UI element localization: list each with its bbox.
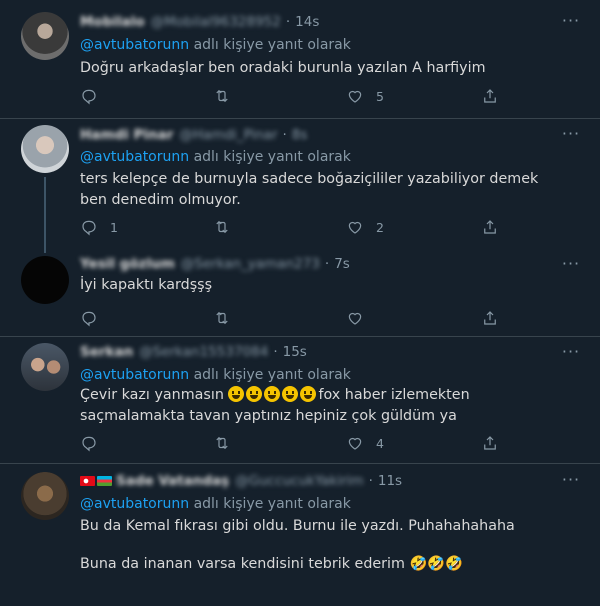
tweet-text: Bu da Kemal fıkrası gibi oldu. Burnu ile… (80, 518, 515, 534)
tweet[interactable]: Sade Vatandaş @GuccucukYakirim · 11s ···… (0, 464, 600, 606)
share-button[interactable] (481, 433, 499, 453)
reply-feed: Mobilalo @Mobilal96328952 · 14s ··· @avt… (0, 0, 600, 606)
share-button[interactable] (481, 308, 499, 328)
tweet[interactable]: Yesil gözlum @Serkan_yaman273 · 7s ··· İ… (0, 250, 600, 336)
like-button[interactable] (346, 308, 376, 328)
timestamp[interactable]: 11s (378, 473, 402, 489)
retweet-icon (216, 311, 228, 325)
user-handle[interactable]: @GuccucukYakirim (235, 473, 363, 489)
grinning-emoji-icon (228, 386, 318, 403)
reply-context: @avtubatorunn adlı kişiye yanıt olarak (80, 367, 351, 383)
like-button[interactable]: 5 (346, 86, 384, 106)
user-name[interactable]: Mobilalo (80, 14, 145, 30)
more-options-icon[interactable]: ··· (560, 343, 582, 361)
tweet[interactable]: Serkan @Serkan15537084 · 15s ··· @avtuba… (0, 337, 600, 463)
reply-button[interactable] (80, 308, 110, 328)
share-icon (484, 311, 496, 325)
more-options-icon[interactable]: ··· (560, 125, 582, 143)
mention-link[interactable]: @avtubatorunn (80, 37, 189, 53)
tweet-actions: 1 2 (80, 217, 500, 237)
reply-context: @avtubatorunn adlı kişiye yanıt olarak (80, 496, 351, 512)
avatar[interactable] (21, 125, 69, 173)
retweet-button[interactable] (213, 86, 243, 106)
heart-icon (348, 90, 362, 103)
heart-icon (348, 312, 362, 325)
tweet[interactable]: Mobilalo @Mobilal96328952 · 14s ··· @avt… (0, 0, 600, 118)
like-button[interactable]: 2 (346, 217, 384, 237)
tweet-actions: 5 (80, 86, 500, 106)
share-button[interactable] (481, 217, 499, 237)
reply-icon (82, 220, 96, 236)
tweet-text: Doğru arkadaşlar ben oradaki burunla yaz… (80, 60, 486, 76)
user-name[interactable]: Hamdi Pinar (80, 127, 173, 143)
user-handle[interactable]: @Serkan15537084 (139, 344, 268, 360)
retweet-icon (216, 89, 228, 103)
more-options-icon[interactable]: ··· (560, 255, 582, 273)
flag-icons (80, 476, 112, 486)
user-name[interactable]: Sade Vatandaş (116, 473, 229, 489)
reply-icon (82, 436, 96, 452)
reply-icon (82, 311, 96, 327)
mention-link[interactable]: @avtubatorunn (80, 496, 189, 512)
user-name[interactable]: Serkan (80, 344, 133, 360)
share-icon (484, 436, 496, 450)
timestamp[interactable]: 7s (334, 256, 350, 272)
timestamp[interactable]: 8s (292, 127, 308, 143)
user-handle[interactable]: @Serkan_yaman273 (181, 256, 320, 272)
retweet-icon (216, 220, 228, 234)
tweet-text: İyi kapaktı kardşşş (80, 277, 213, 293)
avatar[interactable] (21, 12, 69, 60)
more-options-icon[interactable]: ··· (560, 12, 582, 30)
heart-icon (348, 221, 362, 234)
thread-line (44, 177, 46, 253)
heart-icon (348, 437, 362, 450)
tweet[interactable]: Hamdi Pinar @Hamdi_Pinar · 8s ··· @avtub… (0, 119, 600, 253)
tweet-actions: 4 (80, 433, 500, 453)
user-name[interactable]: Yesil gözlum (80, 256, 175, 272)
like-button[interactable]: 4 (346, 433, 384, 453)
reply-button[interactable] (80, 433, 110, 453)
reply-button[interactable] (80, 86, 110, 106)
retweet-icon (216, 436, 228, 450)
tweet-text-line: Buna da inanan varsa kendisini tebrik ed… (80, 556, 463, 572)
retweet-button[interactable] (213, 308, 243, 328)
user-handle[interactable]: @Mobilal96328952 (151, 14, 281, 30)
timestamp[interactable]: 15s (283, 344, 307, 360)
tweet-text: Çevir kazı yanmasın fox haber izlemekten… (80, 386, 470, 424)
tweet-text: ters kelepçe de burnuyla sadece boğaziçi… (80, 171, 539, 208)
avatar[interactable] (21, 256, 69, 304)
retweet-button[interactable] (213, 433, 243, 453)
more-options-icon[interactable]: ··· (560, 471, 582, 489)
mention-link[interactable]: @avtubatorunn (80, 149, 189, 165)
reply-context: @avtubatorunn adlı kişiye yanıt olarak (80, 37, 351, 53)
reply-icon (82, 89, 96, 105)
mention-link[interactable]: @avtubatorunn (80, 367, 189, 383)
reply-context: @avtubatorunn adlı kişiye yanıt olarak (80, 149, 351, 165)
retweet-button[interactable] (213, 217, 243, 237)
rofl-emoji-icon: 🤣🤣🤣 (409, 556, 463, 572)
share-icon (484, 89, 496, 103)
share-icon (484, 220, 496, 234)
share-button[interactable] (481, 86, 499, 106)
timestamp[interactable]: 14s (295, 14, 319, 30)
avatar[interactable] (21, 343, 69, 391)
avatar[interactable] (21, 472, 69, 520)
user-handle[interactable]: @Hamdi_Pinar (179, 127, 277, 143)
tweet-actions (80, 308, 500, 328)
reply-button[interactable]: 1 (80, 217, 118, 237)
